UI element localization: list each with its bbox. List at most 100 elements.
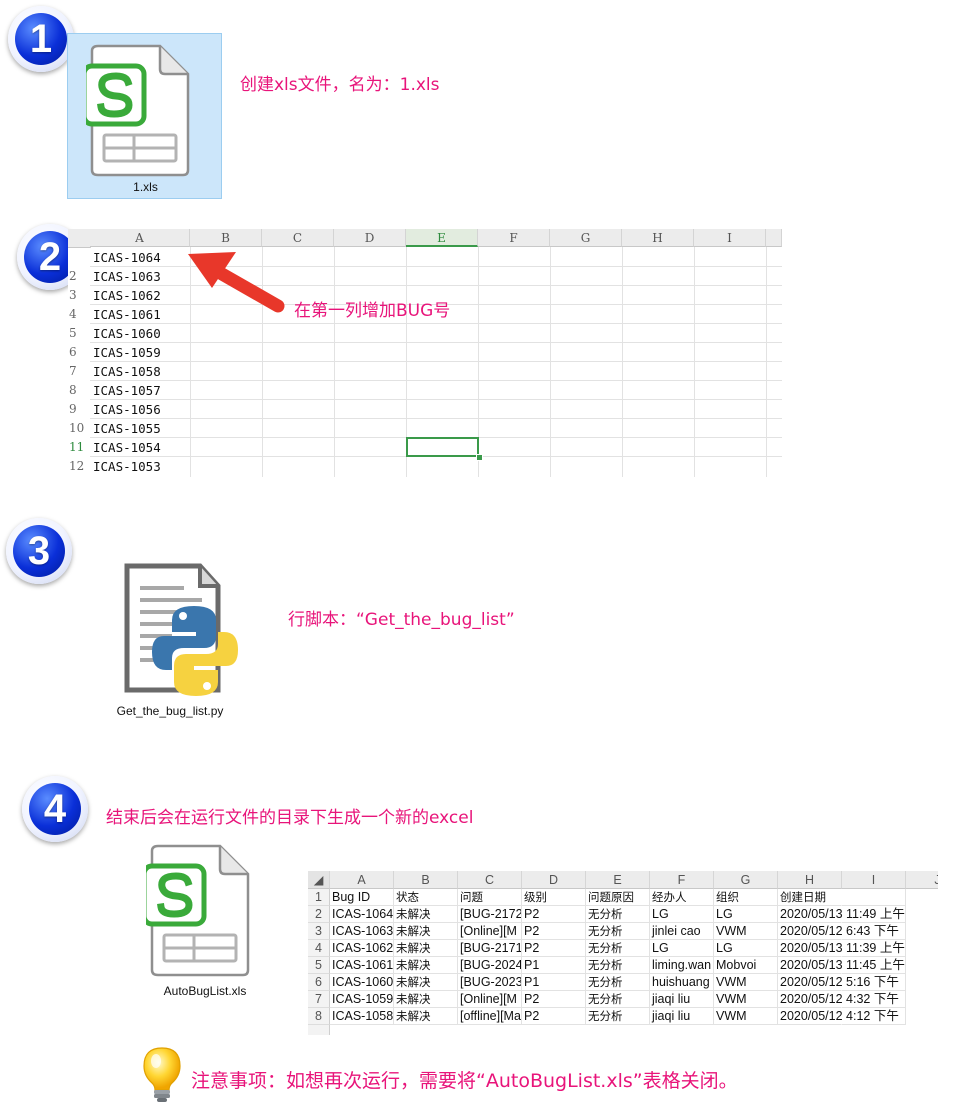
table-cell[interactable] [842,906,906,923]
table-cell[interactable] [842,889,906,906]
column-header-h[interactable]: H [778,871,842,889]
table-cell[interactable]: 2020/05/12 4:12 下午 [778,1008,899,1025]
table-cell[interactable]: 无分析 [586,991,650,1008]
column-header-b[interactable]: B [190,229,262,247]
table-cell[interactable]: VWM [714,991,778,1008]
table-cell[interactable]: 2020/05/12 5:16 下午 [778,974,899,991]
table-cell[interactable]: ICAS-1059 [330,991,394,1008]
cell-a7[interactable]: ICAS-1058 [90,362,190,381]
table-cell[interactable] [842,991,906,1008]
cell-a6[interactable]: ICAS-1059 [90,343,190,362]
table-cell[interactable]: huishuang [650,974,714,991]
table-cell[interactable]: jiaqi liu [650,991,714,1008]
row-header[interactable]: 8 [308,1008,330,1025]
table-cell[interactable]: P1 [522,974,586,991]
table-cell[interactable]: 无分析 [586,923,650,940]
table-cell[interactable]: LG [650,940,714,957]
row-header[interactable]: 2 [308,906,330,923]
cell-a10[interactable]: ICAS-1055 [90,419,190,438]
cell-a9[interactable]: ICAS-1056 [90,400,190,419]
table-cell[interactable]: ICAS-1058 [330,1008,394,1025]
active-cell-e11[interactable] [406,437,479,457]
column-header-h[interactable]: H [622,229,694,247]
table-cell[interactable]: LG [714,906,778,923]
table-cell[interactable]: 未解决 [394,906,458,923]
header-cell-cause[interactable]: 问题原因 [586,889,650,906]
table-cell[interactable]: VWM [714,1008,778,1025]
table-cell[interactable]: [Online][M [458,923,522,940]
column-header-g[interactable]: G [714,871,778,889]
row-header[interactable]: 6 [308,974,330,991]
cell-a1[interactable]: ICAS-1064 [90,248,190,267]
table-cell[interactable] [842,940,906,957]
row-header[interactable]: 2 [68,267,90,286]
file-item-python-script[interactable]: Get_the_bug_list.py [100,562,250,722]
header-cell-assignee[interactable]: 经办人 [650,889,714,906]
table-cell[interactable]: 2020/05/13 11:39 上午 [778,940,905,957]
table-cell[interactable]: 无分析 [586,940,650,957]
table-cell[interactable]: VWM [714,974,778,991]
row-header[interactable]: 8 [68,381,90,400]
table-cell[interactable]: 未解决 [394,957,458,974]
column-header-a[interactable]: A [90,229,190,247]
table-cell[interactable]: [Online][M [458,991,522,1008]
table-cell[interactable]: 未解决 [394,991,458,1008]
header-cell-issue[interactable]: 问题 [458,889,522,906]
table-cell[interactable]: ICAS-1064 [330,906,394,923]
table-cell[interactable]: P2 [522,923,586,940]
table-cell[interactable]: P2 [522,991,586,1008]
row-header[interactable]: 5 [308,957,330,974]
row-header[interactable]: 9 [68,400,90,419]
table-cell[interactable]: LG [714,940,778,957]
table-cell[interactable] [842,1008,906,1025]
table-cell[interactable]: 未解决 [394,923,458,940]
row-header-selected[interactable]: 11 [68,438,90,457]
column-header-d[interactable]: D [522,871,586,889]
column-header-e[interactable]: E [586,871,650,889]
column-header-g[interactable]: G [550,229,622,247]
table-cell[interactable]: VWM [714,923,778,940]
table-cell[interactable]: P1 [522,957,586,974]
cell-a3[interactable]: ICAS-1062 [90,286,190,305]
table-cell[interactable]: 无分析 [586,957,650,974]
header-cell-bug-id[interactable]: Bug ID [330,889,394,906]
column-header-d[interactable]: D [334,229,406,247]
table-cell[interactable]: 2020/05/12 4:32 下午 [778,991,899,1008]
table-cell[interactable] [842,974,906,991]
cell-a5[interactable]: ICAS-1060 [90,324,190,343]
row-header[interactable]: 7 [308,991,330,1008]
column-header-e[interactable]: E [406,229,478,247]
table-cell[interactable]: liming.wan [650,957,714,974]
row-header[interactable] [68,248,90,267]
row-header[interactable]: 12 [68,457,90,476]
cell-a4[interactable]: ICAS-1061 [90,305,190,324]
select-all-corner[interactable] [68,229,91,248]
row-header[interactable]: 5 [68,324,90,343]
table-cell[interactable] [842,923,906,940]
column-header-f[interactable]: F [478,229,550,247]
table-cell[interactable]: LG [650,906,714,923]
table-cell[interactable]: 2020/05/13 11:49 上午 [778,906,905,923]
table-cell[interactable]: [BUG-2024 [458,957,522,974]
table-cell[interactable]: 无分析 [586,906,650,923]
table-cell[interactable]: [BUG-2023 [458,974,522,991]
cell-a11[interactable]: ICAS-1054 [90,438,190,457]
table-cell[interactable]: jiaqi liu [650,1008,714,1025]
table-cell[interactable]: ICAS-1061 [330,957,394,974]
column-header-j[interactable]: J [906,871,938,889]
table-cell[interactable]: P2 [522,940,586,957]
row-header[interactable]: 10 [68,419,90,438]
column-header-i[interactable]: I [694,229,766,247]
table-cell[interactable]: Mobvoi [714,957,778,974]
table-cell[interactable]: 2020/05/12 6:43 下午 [778,923,899,940]
table-cell[interactable]: ICAS-1063 [330,923,394,940]
column-header-a[interactable]: A [330,871,394,889]
table-cell[interactable]: [offline][Ma [458,1008,522,1025]
row-header[interactable]: 3 [68,286,90,305]
row-header[interactable]: 1 [308,889,330,906]
column-header-c[interactable]: C [458,871,522,889]
table-cell[interactable]: ICAS-1060 [330,974,394,991]
table-cell[interactable]: P2 [522,1008,586,1025]
table-cell[interactable]: [BUG-2172 [458,906,522,923]
cell-a8[interactable]: ICAS-1057 [90,381,190,400]
